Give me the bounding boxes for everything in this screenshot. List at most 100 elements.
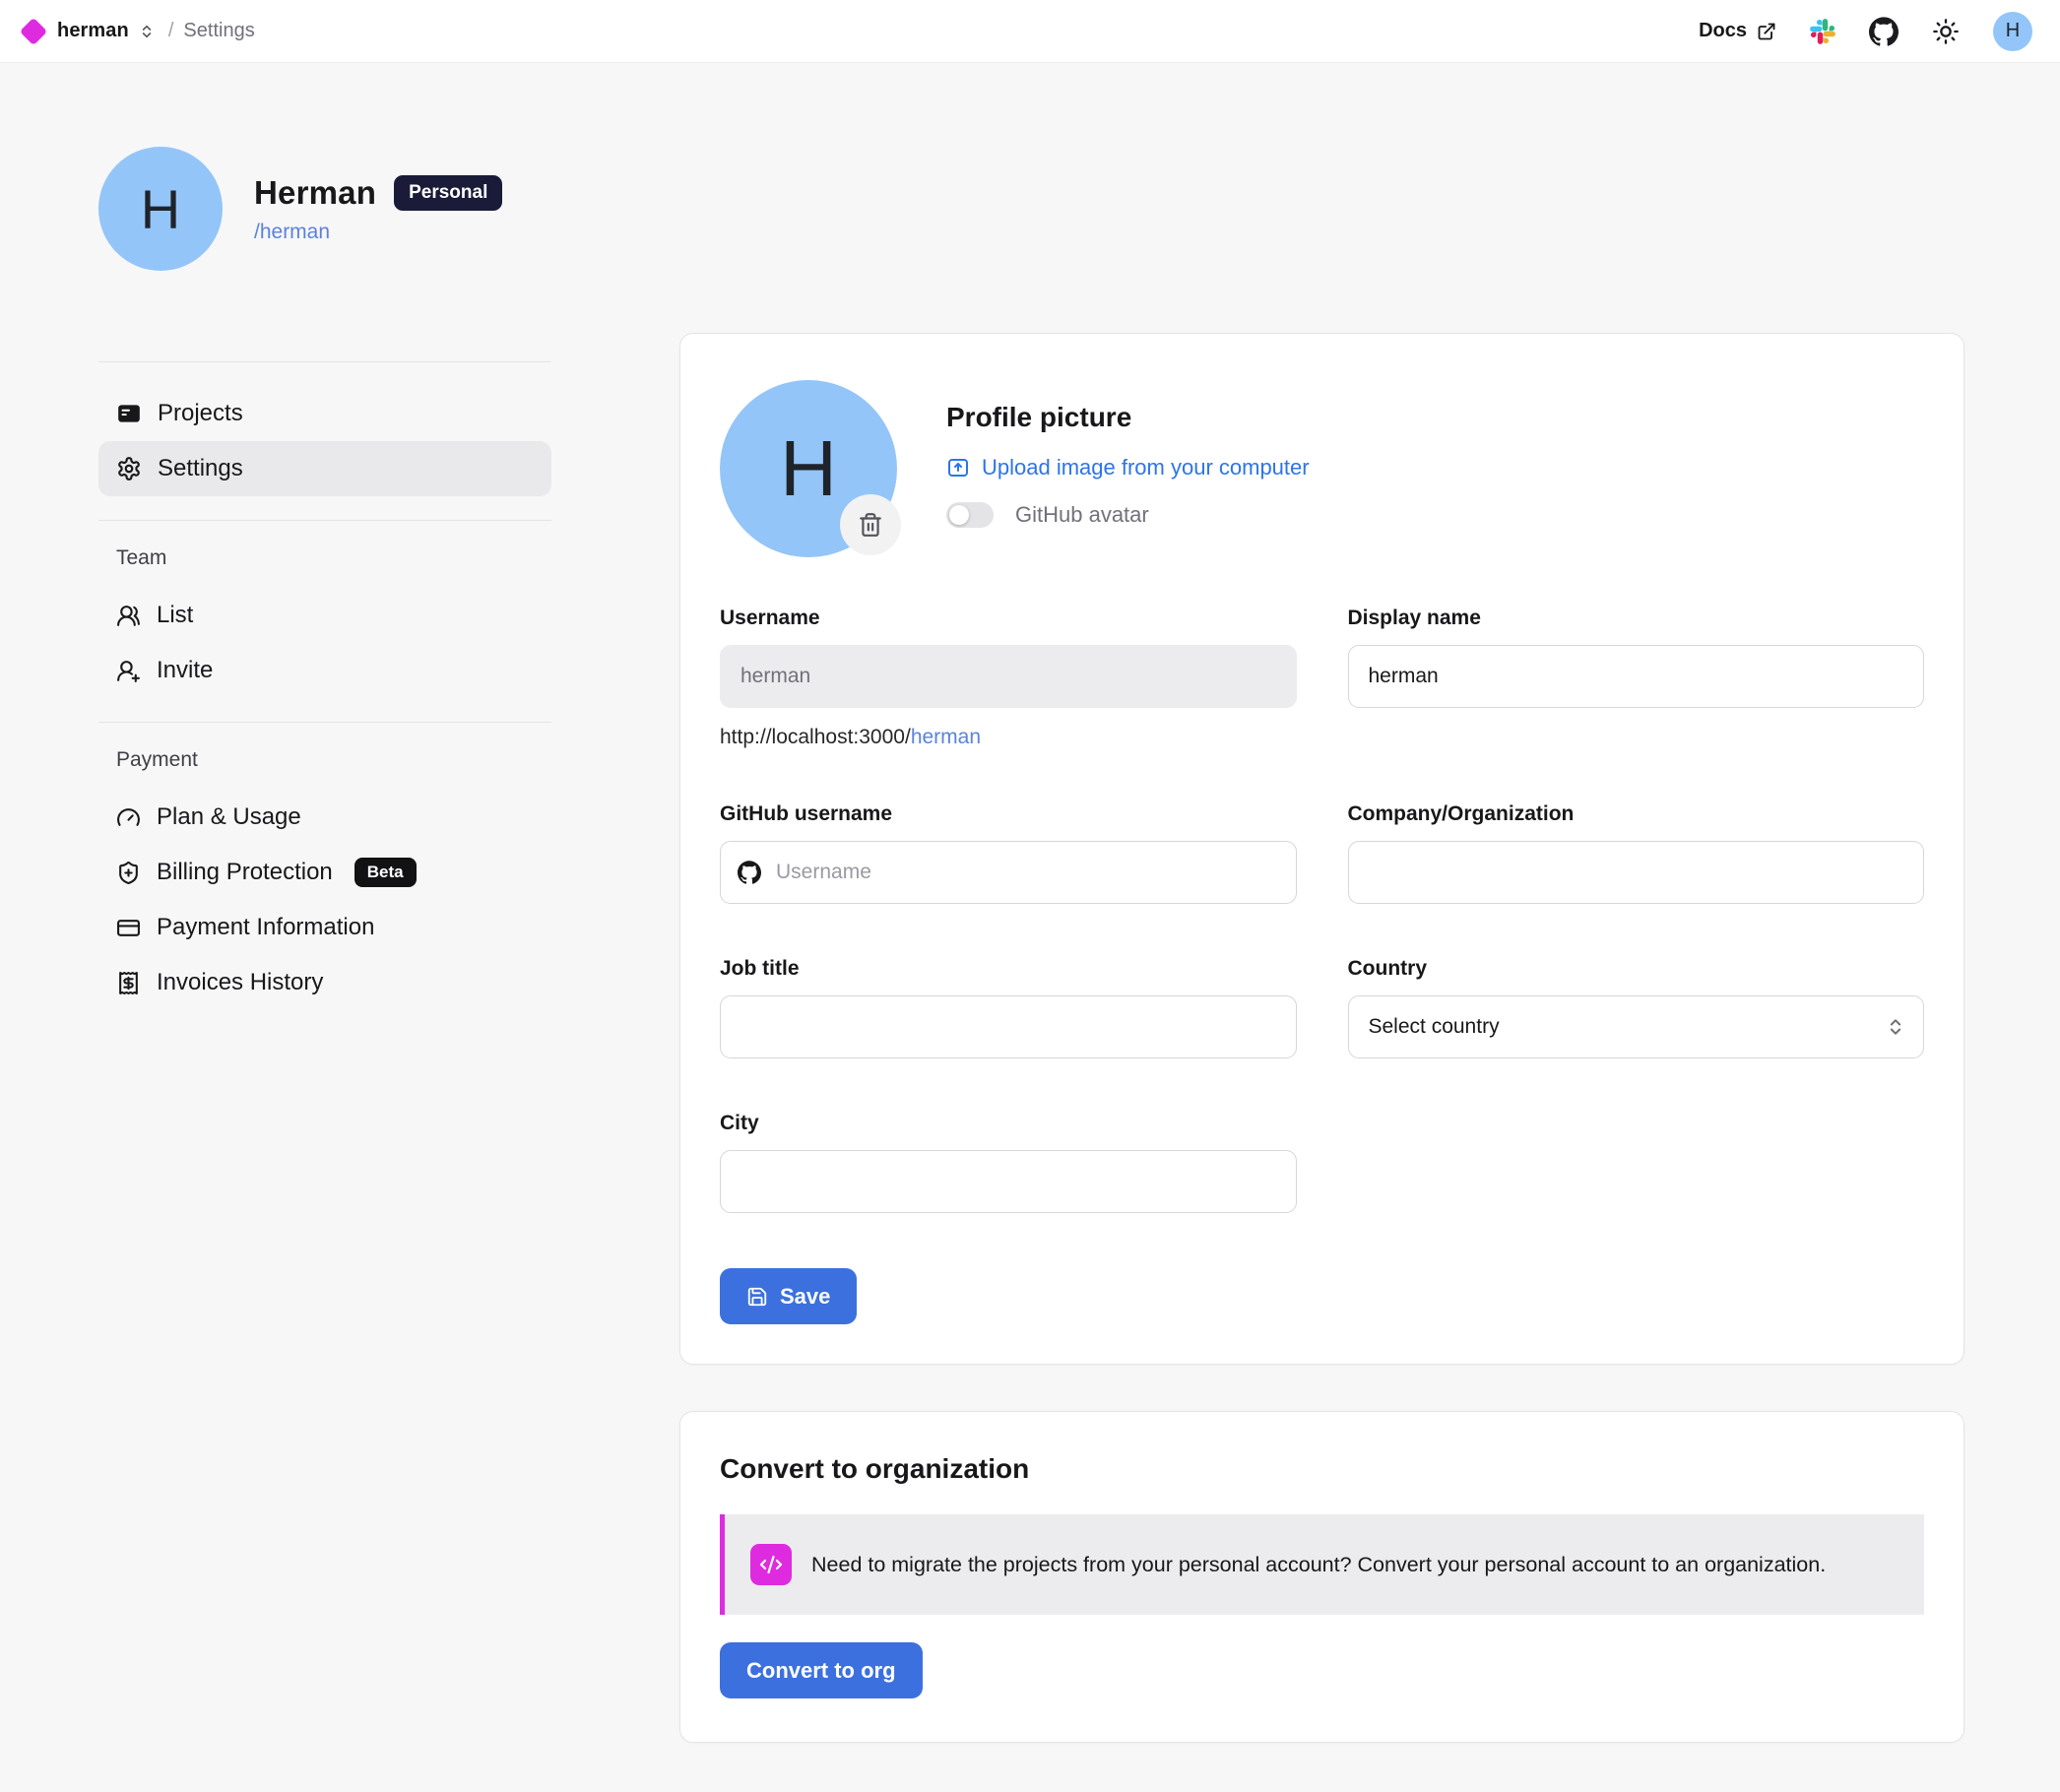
delete-avatar-button[interactable] — [840, 494, 901, 555]
convert-button-label: Convert to org — [746, 1658, 896, 1684]
users-icon — [116, 604, 141, 628]
divider — [98, 520, 551, 521]
company-field-group: Company/Organization — [1348, 802, 1925, 904]
username-field-group: Username http://localhost:3000/herman — [720, 607, 1297, 749]
chevrons-up-down-icon[interactable] — [139, 24, 155, 39]
projects-icon — [116, 401, 142, 426]
sidebar-section-team: Team — [98, 546, 551, 570]
sidebar-item-label: Payment Information — [157, 914, 374, 941]
sidebar-item-label: List — [157, 602, 193, 629]
sidebar-item-label: Invite — [157, 657, 213, 684]
save-button[interactable]: Save — [720, 1268, 857, 1324]
upload-image-link[interactable]: Upload image from your computer — [946, 455, 1310, 480]
trash-icon — [858, 512, 883, 538]
docs-link[interactable]: Docs — [1699, 20, 1776, 42]
github-avatar-toggle-label: GitHub avatar — [1015, 502, 1149, 528]
profile-slug-link[interactable]: /herman — [254, 221, 502, 244]
code-icon — [750, 1544, 792, 1585]
sidebar-item-invite[interactable]: Invite — [98, 643, 551, 698]
profile-url: http://localhost:3000/herman — [720, 726, 1297, 749]
topbar: herman / Settings Docs H — [0, 0, 2060, 63]
page-title: Herman — [254, 174, 376, 212]
sidebar-item-label: Settings — [158, 455, 243, 482]
display-name-input[interactable] — [1348, 645, 1925, 708]
sidebar-item-label: Plan & Usage — [157, 803, 301, 831]
profile-avatar: H — [98, 147, 223, 271]
github-username-input[interactable] — [720, 841, 1297, 904]
sidebar-item-label: Projects — [158, 400, 243, 427]
save-icon — [746, 1286, 768, 1308]
city-label: City — [720, 1112, 1297, 1135]
gear-icon — [116, 456, 142, 481]
convert-to-org-button[interactable]: Convert to org — [720, 1642, 923, 1698]
job-title-label: Job title — [720, 957, 1297, 981]
sidebar-item-list[interactable]: List — [98, 588, 551, 643]
user-avatar-initial: H — [2006, 20, 2020, 42]
github-icon[interactable] — [1869, 17, 1899, 46]
org-name: herman — [57, 20, 129, 42]
profile-url-prefix: http://localhost:3000/ — [720, 726, 911, 748]
city-input[interactable] — [720, 1150, 1297, 1213]
country-select-value: Select country — [1369, 1015, 1500, 1039]
country-label: Country — [1348, 957, 1925, 981]
country-field-group: Country Select country — [1348, 957, 1925, 1058]
convert-callout-text: Need to migrate the projects from your p… — [811, 1553, 1826, 1577]
section-title-convert: Convert to organization — [720, 1453, 1924, 1485]
city-field-group: City — [720, 1112, 1297, 1213]
breadcrumb-separator: / — [168, 20, 174, 42]
display-name-field-group: Display name — [1348, 607, 1925, 749]
sidebar-item-plan-usage[interactable]: Plan & Usage — [98, 790, 551, 845]
chevrons-up-down-icon — [1886, 1017, 1905, 1037]
credit-card-icon — [116, 916, 141, 940]
beta-badge: Beta — [354, 858, 417, 887]
brand-logo-icon — [20, 17, 47, 44]
company-label: Company/Organization — [1348, 802, 1925, 826]
github-username-field-group: GitHub username — [720, 802, 1297, 904]
user-plus-icon — [116, 659, 141, 683]
sidebar-item-label: Billing Protection — [157, 859, 333, 886]
profile-header: H Herman Personal /herman — [98, 147, 1964, 271]
theme-sun-icon[interactable] — [1932, 18, 1960, 45]
sidebar-item-invoices-history[interactable]: Invoices History — [98, 955, 551, 1010]
personal-badge: Personal — [394, 175, 502, 211]
display-name-label: Display name — [1348, 607, 1925, 630]
toggle-knob — [949, 505, 969, 525]
divider — [98, 722, 551, 723]
slack-icon[interactable] — [1810, 19, 1835, 44]
upload-icon — [946, 456, 970, 480]
external-link-icon — [1757, 22, 1776, 41]
job-title-field-group: Job title — [720, 957, 1297, 1058]
sidebar-item-payment-information[interactable]: Payment Information — [98, 900, 551, 955]
sidebar-item-projects[interactable]: Projects — [98, 386, 551, 441]
save-button-label: Save — [780, 1284, 830, 1310]
profile-settings-card: H Profile picture — [679, 333, 1964, 1365]
profile-picture-initial: H — [780, 423, 837, 514]
breadcrumb-page: Settings — [183, 20, 254, 42]
company-input[interactable] — [1348, 841, 1925, 904]
profile-avatar-initial: H — [141, 177, 180, 241]
convert-callout: Need to migrate the projects from your p… — [720, 1514, 1924, 1615]
gauge-icon — [116, 805, 141, 830]
profile-url-username-link[interactable]: herman — [911, 726, 981, 748]
convert-to-organization-card: Convert to organization Need to migrate … — [679, 1411, 1964, 1743]
divider — [98, 361, 551, 362]
sidebar-section-payment: Payment — [98, 748, 551, 772]
github-username-label: GitHub username — [720, 802, 1297, 826]
shield-plus-icon — [116, 861, 141, 885]
sidebar: Projects Settings Team List Invit — [98, 333, 551, 1743]
docs-label: Docs — [1699, 20, 1747, 42]
github-avatar-toggle[interactable] — [946, 502, 994, 528]
user-avatar[interactable]: H — [1993, 12, 2032, 51]
github-input-icon — [738, 861, 761, 884]
username-label: Username — [720, 607, 1297, 630]
country-select[interactable]: Select country — [1348, 995, 1925, 1058]
sidebar-item-billing-protection[interactable]: Billing Protection Beta — [98, 845, 551, 900]
org-switcher[interactable]: herman — [24, 20, 155, 42]
sidebar-item-label: Invoices History — [157, 969, 323, 996]
job-title-input[interactable] — [720, 995, 1297, 1058]
upload-image-label: Upload image from your computer — [982, 455, 1310, 480]
section-title-profile-picture: Profile picture — [946, 402, 1310, 433]
sidebar-item-settings[interactable]: Settings — [98, 441, 551, 496]
receipt-icon — [116, 971, 141, 995]
username-input — [720, 645, 1297, 708]
